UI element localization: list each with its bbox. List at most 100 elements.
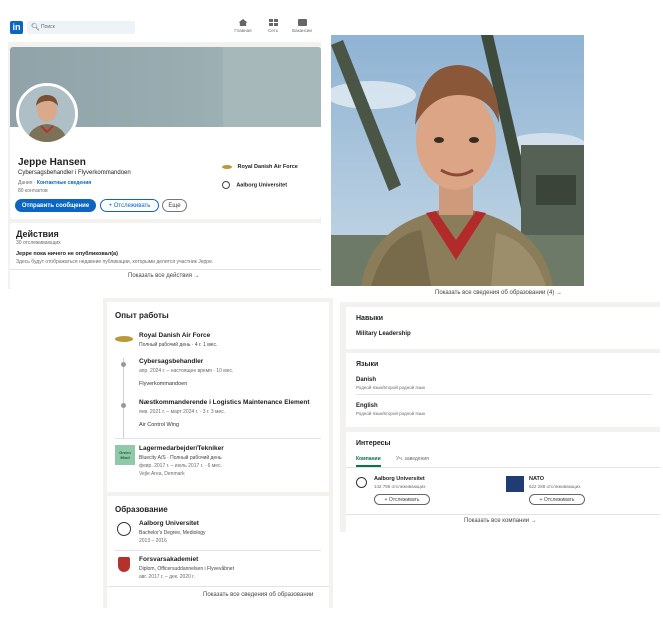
message-button[interactable]: Отправить сообщение <box>15 199 96 212</box>
language-english: English <box>356 403 378 409</box>
languages-divider <box>356 394 652 395</box>
show-all-education-right-link[interactable]: Показать все сведения об образовании (4)… <box>435 290 562 296</box>
language-english-level: Родной язык/второй родной язык <box>356 411 426 416</box>
language-danish: Danish <box>356 377 377 383</box>
nav-item-network[interactable]: Сеть <box>263 19 283 33</box>
profile-headline: Cybersagsbehandler i Flyverkommandoen <box>18 170 131 176</box>
profile-name: Jeppe Hansen <box>18 157 86 168</box>
experience-card: Опыт работы Royal Danish Air Force Полны… <box>107 302 329 492</box>
nav-item-home[interactable]: Главная <box>231 19 255 33</box>
education-title: Образование <box>115 505 168 514</box>
education-divider <box>115 550 321 551</box>
job-2-title[interactable]: Lagermedarbejder/Tekniker <box>139 445 224 452</box>
role-2-desc: Air Control Wing <box>139 422 180 428</box>
edu-2-school[interactable]: Forsvarsakademiet <box>139 556 198 563</box>
role-2-dates: янв. 2021 г. – март 2024 г. · 3 г. 3 мес… <box>139 409 226 415</box>
air-force-logo-icon <box>115 336 133 342</box>
search-input[interactable]: 🔍︎ Поиск <box>27 21 135 34</box>
activity-followers: 30 отслеживающих <box>16 240 61 246</box>
avatar[interactable] <box>16 83 78 145</box>
experience-company[interactable]: Royal Danish Air Force <box>139 332 210 339</box>
interests-title: Интересы <box>356 440 391 447</box>
contact-info-link[interactable]: Контактные сведения <box>37 180 91 186</box>
edu-2-dates: авг. 2017 г. – дек. 2020 г. <box>139 574 195 580</box>
activity-empty-title: Jeppe пока ничего не опубликовал(а) <box>16 251 118 257</box>
languages-card: Языки Danish Родной язык/второй родной я… <box>346 353 660 427</box>
linkedin-logo[interactable]: in <box>10 21 23 34</box>
jobs-icon <box>297 19 307 26</box>
experience-education-panel: Опыт работы Royal Danish Air Force Полны… <box>103 298 333 608</box>
skills-title: Навыки <box>356 315 384 322</box>
nato-logo-icon <box>506 476 524 492</box>
show-all-activity-link[interactable]: Показать все действия → <box>128 273 200 279</box>
interests-card: Интересы Компании Уч. заведения Aalborg … <box>346 432 660 532</box>
activity-card: Действия 30 отслеживающих Jeppe пока нич… <box>10 223 321 289</box>
edu-1-dates: 2013 – 2016 <box>139 538 167 544</box>
nav-item-jobs[interactable]: Вакансии <box>289 19 315 33</box>
skill-item[interactable]: Military Leadership <box>356 331 411 337</box>
role-1-desc: Flyverkommandoen <box>139 381 188 387</box>
activity-empty-text: Здесь будут отображаться недавние публик… <box>16 259 214 265</box>
education-footer-divider <box>107 586 329 587</box>
timeline-line <box>123 358 124 438</box>
profile-location-row: Дания · Контактные сведения <box>18 180 92 186</box>
network-icon <box>268 19 278 26</box>
profile-banner-right <box>223 47 321 127</box>
experience-title: Опыт работы <box>115 311 169 320</box>
university-logo-icon <box>222 181 230 189</box>
tab-companies[interactable]: Компании <box>356 456 381 467</box>
interest-item-aalborg: Aalborg Universitet 142 786 отслеживающи… <box>356 476 496 510</box>
profile-card: Jeppe Hansen Cybersagsbehandler i Flyver… <box>10 47 321 219</box>
activity-title: Действия <box>16 229 59 239</box>
connections-count[interactable]: 80 контактов <box>18 188 48 194</box>
education-card: Образование Aalborg Universitet Bachelor… <box>107 496 329 608</box>
nav-label-network: Сеть <box>267 28 278 33</box>
current-company-label: Royal Danish Air Force <box>237 164 298 170</box>
activity-divider <box>10 269 321 270</box>
job-2-dates: февр. 2017 г. – июль 2017 г. · 6 мес. <box>139 463 222 469</box>
edu-2-degree: Diplom, Officersuddannelsen i Flyvevåbne… <box>139 566 234 572</box>
skills-card: Навыки Military Leadership <box>346 307 660 349</box>
more-button[interactable]: Еще <box>162 199 187 212</box>
left-profile-page: in 🔍︎ Поиск Главная Сеть Вакансии Jeppe … <box>8 14 321 289</box>
role-1-title[interactable]: Cybersagsbehandler <box>139 358 203 365</box>
interest-item-nato: NATO 622 288 отслеживающих + Отслеживать <box>506 476 656 510</box>
experience-company-meta: Полный рабочий день · 4 г. 1 мес. <box>139 342 218 348</box>
aalborg-university-logo-icon <box>117 522 131 536</box>
education-footer-card: Показать все сведения об образовании (4)… <box>340 287 660 302</box>
timeline-dot-2 <box>121 403 126 408</box>
nav-label-home: Главная <box>234 28 252 33</box>
green-mind-logo-icon: Green Mind <box>115 445 135 465</box>
edu-1-school[interactable]: Aalborg Universitet <box>139 520 199 527</box>
current-company-item[interactable]: Royal Danish Air Force <box>222 164 298 170</box>
languages-title: Языки <box>356 361 379 368</box>
follow-nato-button[interactable]: + Отслеживать <box>529 494 585 505</box>
profile-location: Дания <box>18 180 33 186</box>
top-nav-bar: in 🔍︎ Поиск Главная Сеть Вакансии <box>8 14 321 42</box>
job-2-company: Bluecity A/S · Полный рабочий день <box>139 455 222 461</box>
soldier-photo <box>331 35 584 286</box>
search-placeholder: Поиск <box>41 24 55 30</box>
search-icon: 🔍︎ <box>31 24 40 31</box>
aalborg-name[interactable]: Aalborg Universitet <box>374 476 425 482</box>
education-label: Aalborg Universitet <box>236 182 288 189</box>
follow-button[interactable]: + Отслеживать <box>100 199 159 212</box>
education-item[interactable]: Aalborg Universitet <box>222 181 287 189</box>
language-danish-level: Родной язык/второй родной язык <box>356 385 426 390</box>
nato-name[interactable]: NATO <box>529 476 544 482</box>
experience-divider <box>115 438 321 439</box>
show-all-education-left-link[interactable]: Показать все сведения об образовании <box>203 592 313 598</box>
nato-followers: 622 288 отслеживающих <box>529 484 581 489</box>
home-icon <box>238 19 248 26</box>
interests-tabs-divider <box>346 467 660 468</box>
air-force-wings-icon <box>222 164 232 169</box>
show-all-companies-link[interactable]: Показать все компании → <box>464 518 537 524</box>
interests-footer-divider <box>346 514 660 515</box>
job-2-location: Vejle Area, Denmark <box>139 471 185 477</box>
role-2-title[interactable]: Næstkommanderende i Logistics Maintenanc… <box>139 399 310 406</box>
follow-aalborg-button[interactable]: + Отслеживать <box>374 494 430 505</box>
tab-schools[interactable]: Уч. заведения <box>396 456 429 462</box>
forsvarsakademiet-crest-icon <box>118 557 130 572</box>
aalborg-logo-icon <box>356 477 367 488</box>
aalborg-followers: 142 786 отслеживающих <box>374 484 426 489</box>
